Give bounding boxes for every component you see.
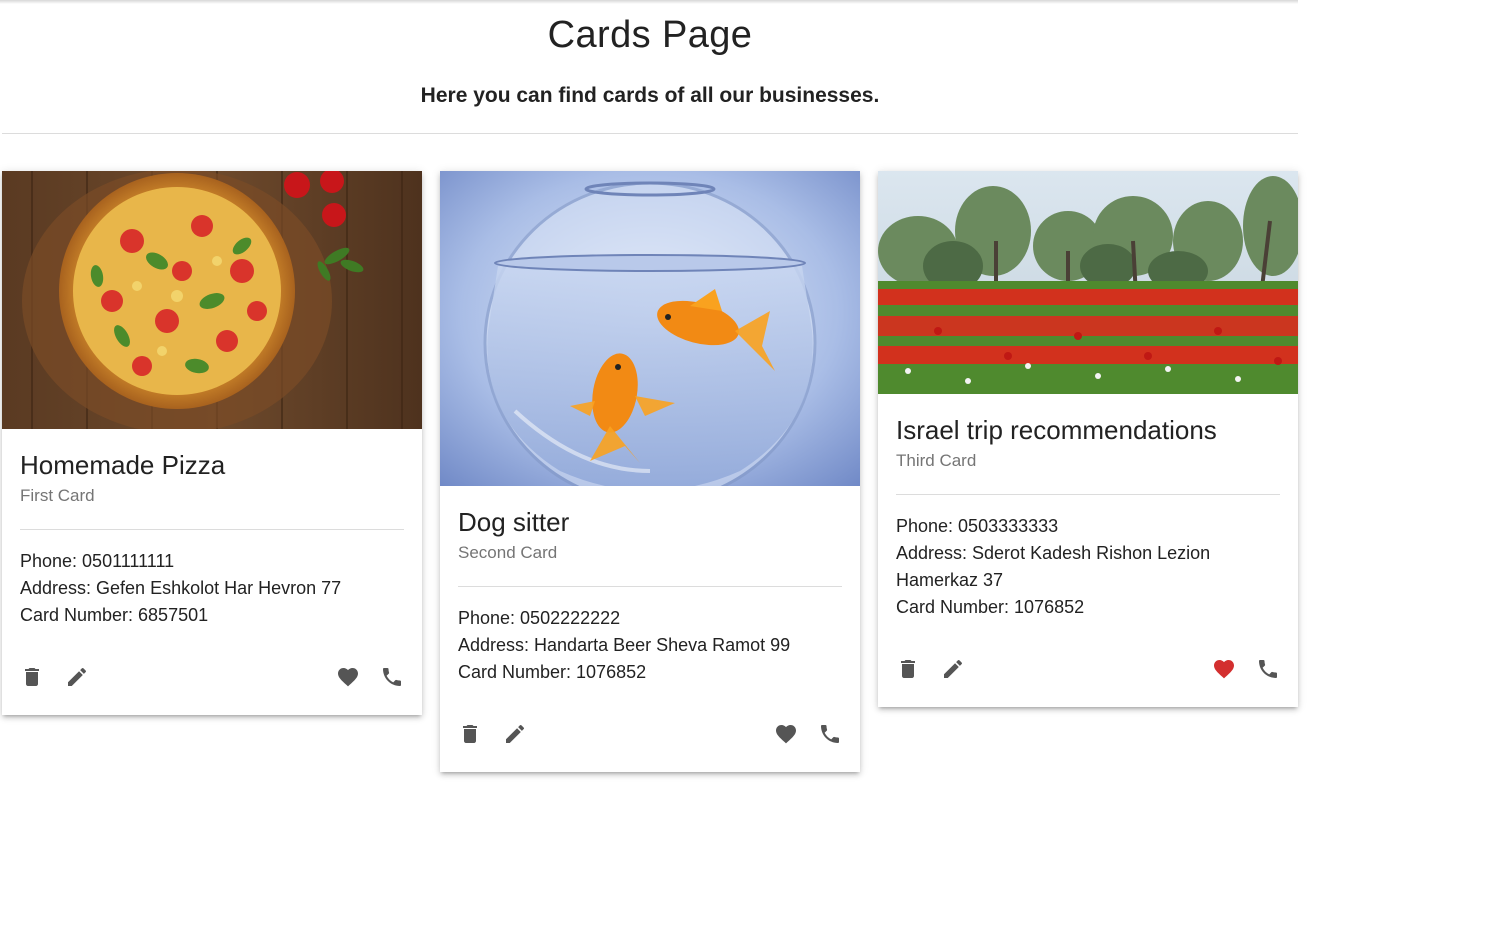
delete-button[interactable] — [12, 657, 52, 697]
card-number: Card Number: 1076852 — [896, 597, 1085, 617]
edit-icon — [506, 724, 525, 743]
favorite-icon — [776, 725, 796, 744]
call-button[interactable] — [1248, 649, 1288, 689]
goldfish-bowl-image — [440, 171, 860, 486]
card-actions — [2, 651, 422, 715]
card-info: Phone: 0502222222 Address: Handarta Beer… — [458, 605, 842, 686]
card-title: Dog sitter — [458, 507, 570, 537]
card-address: Address: Handarta Beer Sheva Ramot 99 — [458, 635, 791, 655]
card-info: Phone: 0501111111 Address: Gefen Eshkolo… — [20, 548, 404, 629]
phone-icon — [821, 725, 839, 743]
card-info: Phone: 0503333333 Address: Sderot Kadesh… — [896, 513, 1280, 621]
delete-button[interactable] — [888, 649, 928, 689]
phone-icon — [383, 668, 401, 686]
card-subtitle: First Card — [20, 486, 95, 505]
card-subtitle: Third Card — [896, 451, 977, 470]
business-card-dog-sitter[interactable]: Dog sitter Second Card Phone: 0502222222… — [440, 171, 860, 772]
card-actions — [878, 643, 1298, 707]
call-button[interactable] — [810, 714, 850, 754]
pizza-image — [2, 171, 422, 429]
business-card-pizza[interactable]: Homemade Pizza First Card Phone: 0501111… — [2, 171, 422, 715]
favorite-button[interactable] — [328, 657, 368, 697]
card-image-flower-field[interactable] — [878, 171, 1298, 394]
page-title: Cards Page — [547, 14, 753, 56]
edit-button[interactable] — [933, 649, 973, 689]
edit-button[interactable] — [495, 714, 535, 754]
card-number: Card Number: 6857501 — [20, 605, 209, 625]
card-phone: Phone: 0502222222 — [458, 608, 621, 628]
delete-icon — [25, 668, 39, 686]
card-divider — [20, 529, 404, 530]
card-divider — [458, 586, 842, 587]
call-button[interactable] — [372, 657, 412, 697]
cards-page: Cards Page Here you can find cards of al… — [0, 0, 1300, 952]
card-title: Homemade Pizza — [20, 450, 226, 480]
card-actions — [440, 708, 860, 772]
delete-button[interactable] — [450, 714, 490, 754]
favorite-button[interactable] — [1204, 649, 1244, 689]
delete-icon — [463, 725, 477, 743]
phone-icon — [1259, 660, 1277, 678]
card-divider — [896, 494, 1280, 495]
edit-icon — [944, 659, 963, 678]
card-image-pizza[interactable] — [2, 171, 422, 429]
header-divider — [2, 133, 1298, 134]
red-flower-field-image — [878, 171, 1298, 394]
edit-button[interactable] — [57, 657, 97, 697]
card-address: Address: Gefen Eshkolot Har Hevron 77 — [20, 578, 342, 598]
card-address: Address: Sderot Kadesh Rishon Lezion Ham… — [896, 543, 1211, 590]
app-bar-shadow — [0, 0, 1298, 4]
card-phone: Phone: 0501111111 — [20, 551, 175, 571]
delete-icon — [901, 660, 915, 678]
favorite-icon — [1214, 660, 1234, 679]
card-phone: Phone: 0503333333 — [896, 516, 1059, 536]
favorite-icon — [338, 668, 358, 687]
card-subtitle: Second Card — [458, 543, 558, 562]
card-image-goldfish[interactable] — [440, 171, 860, 486]
edit-icon — [68, 667, 87, 686]
card-number: Card Number: 1076852 — [458, 662, 647, 682]
business-card-israel-trip[interactable]: Israel trip recommendations Third Card P… — [878, 171, 1298, 707]
card-title: Israel trip recommendations — [896, 415, 1217, 445]
page-subtitle: Here you can find cards of all our busin… — [420, 84, 880, 107]
favorite-button[interactable] — [766, 714, 806, 754]
